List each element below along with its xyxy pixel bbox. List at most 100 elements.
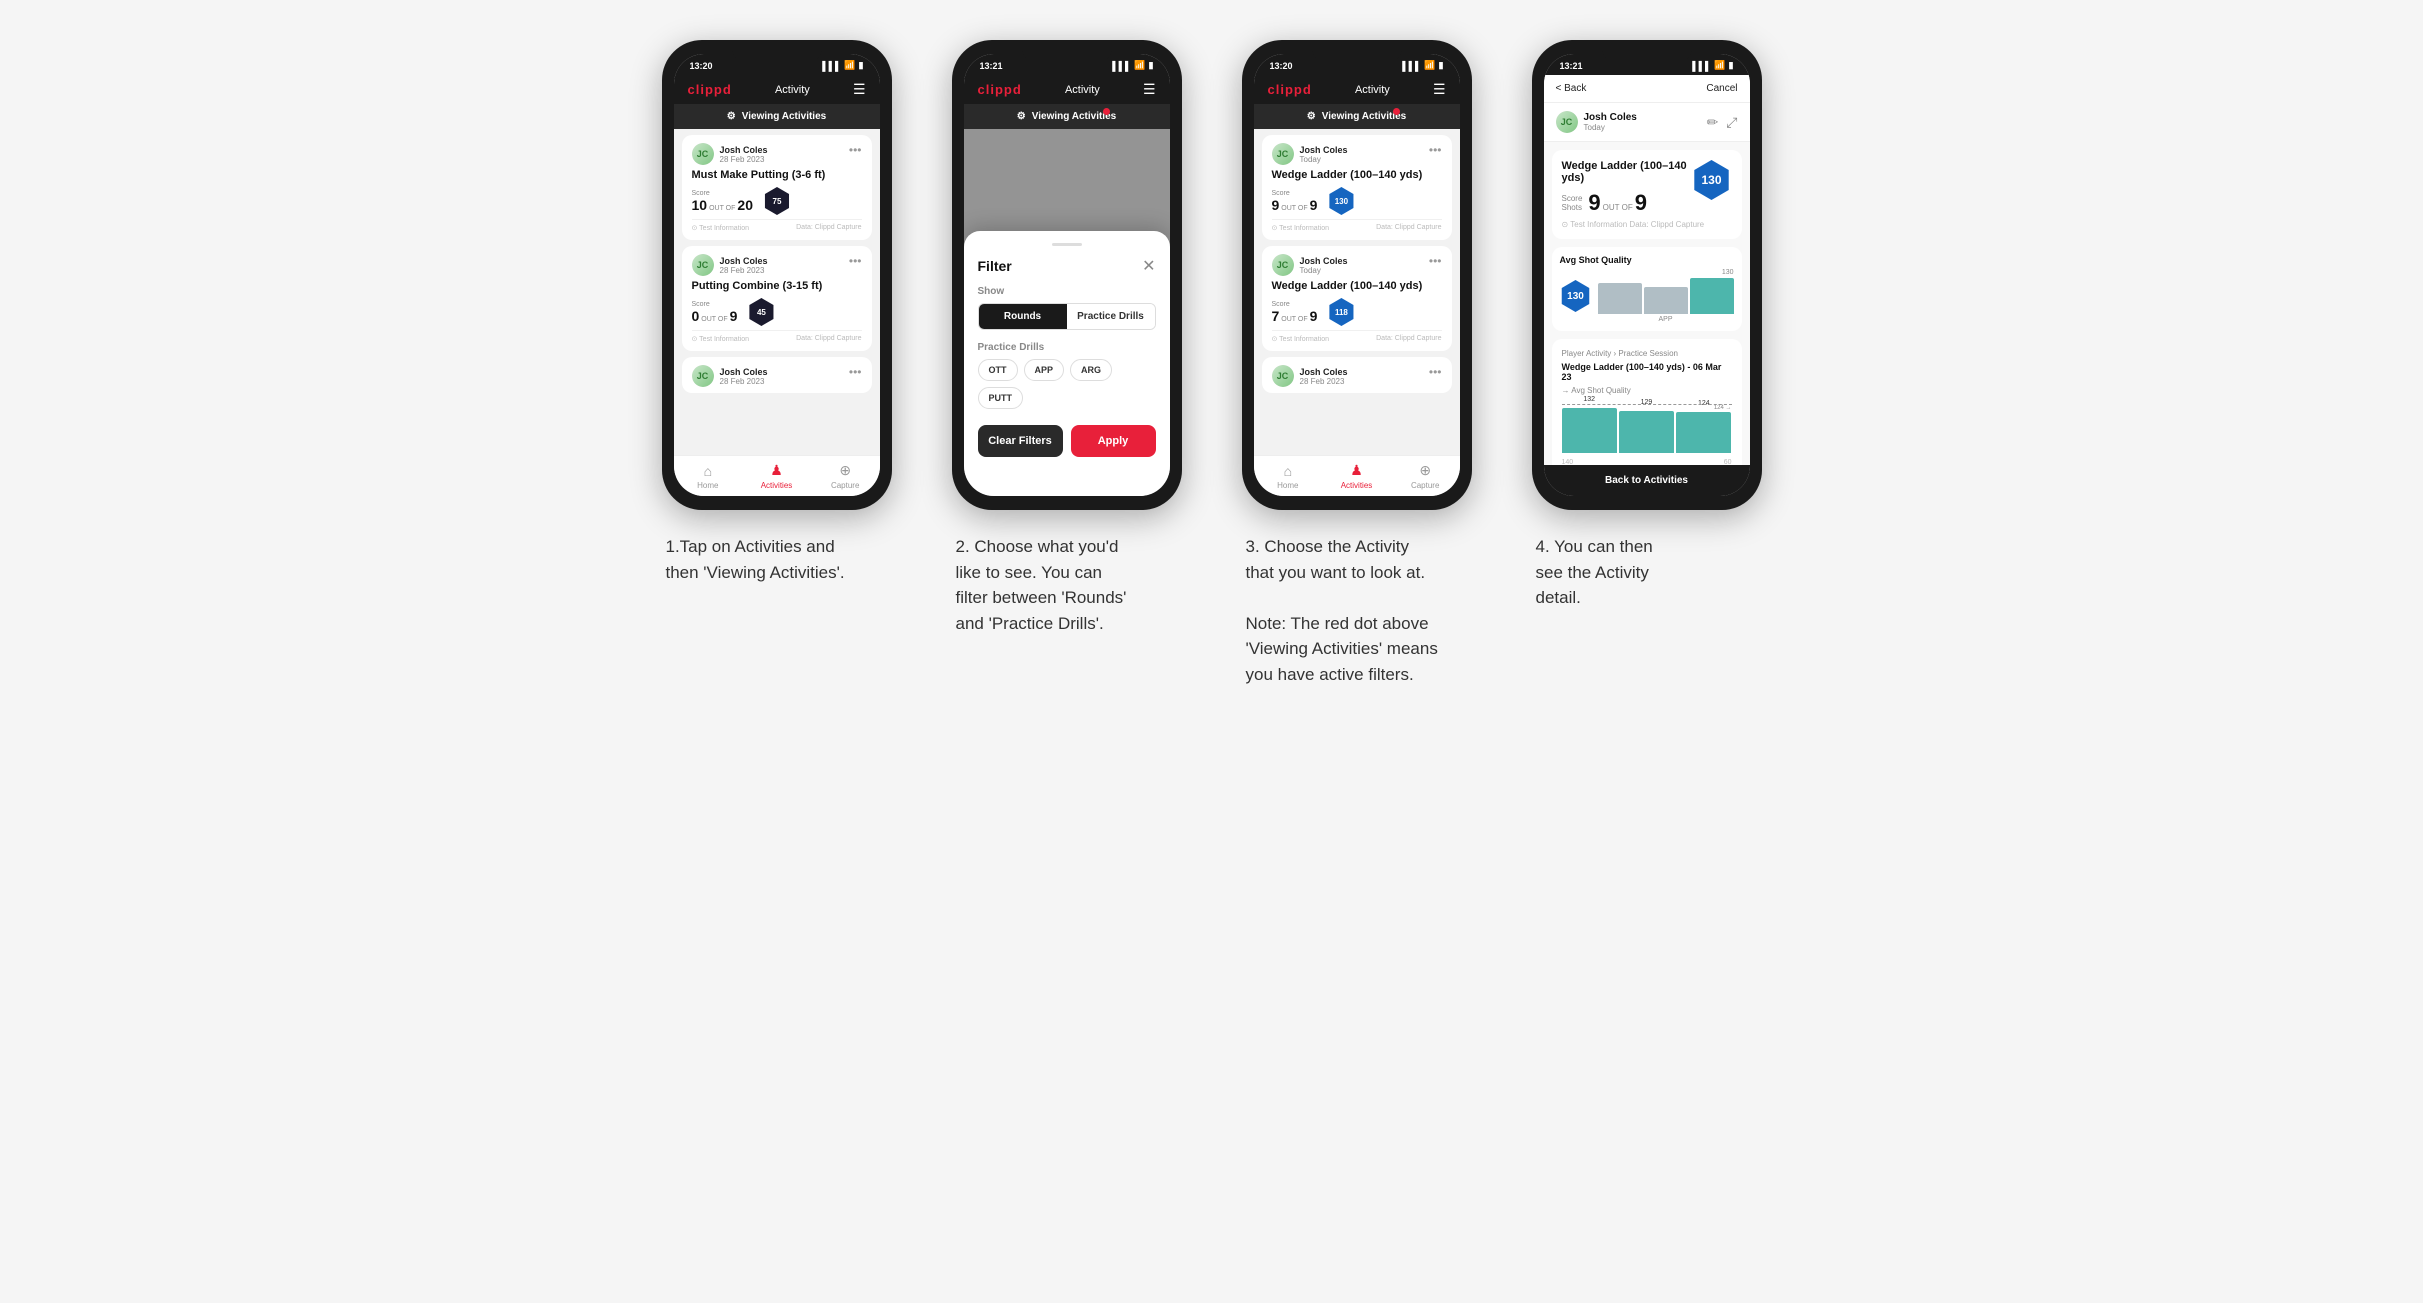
status-time-2: 13:21 bbox=[980, 61, 1003, 71]
cancel-button-4[interactable]: Cancel bbox=[1706, 83, 1737, 94]
session-bar-3-4: 124 bbox=[1676, 412, 1731, 453]
footer-left-3-1: ⊙ Test Information bbox=[1272, 224, 1329, 232]
status-icons-4: ▌▌▌ 📶 ▮ bbox=[1692, 60, 1733, 71]
score-block-3-1: Score 9 OUT OF 9 bbox=[1272, 190, 1318, 213]
avatar-inner-3-1: JC bbox=[1272, 143, 1294, 165]
viewing-banner-3[interactable]: ⚙ Viewing Activities bbox=[1254, 104, 1460, 129]
nav-title-3: Activity bbox=[1355, 84, 1390, 96]
nav-activities-1[interactable]: ♟ Activities bbox=[742, 462, 811, 490]
back-button-4[interactable]: < Back bbox=[1556, 83, 1587, 94]
clear-filters-button-2[interactable]: Clear Filters bbox=[978, 425, 1063, 457]
chip-putt-2[interactable]: PUTT bbox=[978, 387, 1024, 409]
shots-val-3-1: 9 bbox=[1310, 197, 1318, 213]
detail-score-values-4: 9 OUT OF 9 bbox=[1588, 190, 1647, 216]
capture-icon-3: ⊕ bbox=[1419, 462, 1431, 479]
nav-activities-3[interactable]: ♟ Activities bbox=[1322, 462, 1391, 490]
session-bar-1-4: 132 bbox=[1562, 408, 1617, 453]
more-dots-3-2[interactable]: ••• bbox=[1429, 254, 1442, 268]
more-dots-3-1[interactable]: ••• bbox=[1429, 143, 1442, 157]
phone-2: 13:21 ▌▌▌ 📶 ▮ clippd Activity ☰ ⚙ Vie bbox=[952, 40, 1182, 510]
session-bar-2-4: 129 bbox=[1619, 411, 1674, 454]
phone-1: 13:20 ▌▌▌ 📶 ▮ clippd Activity ☰ ⚙ Vie bbox=[662, 40, 892, 510]
user-info-3-3: JC Josh Coles 28 Feb 2023 bbox=[1272, 365, 1348, 387]
rounds-tab-2[interactable]: Rounds bbox=[979, 304, 1067, 329]
detail-user-info-4: JC Josh Coles Today bbox=[1556, 111, 1637, 133]
nav-capture-3[interactable]: ⊕ Capture bbox=[1391, 462, 1460, 490]
detail-actions-4: ✏ ⤢ bbox=[1707, 114, 1738, 131]
footer-right-3-2: Data: Clippd Capture bbox=[1376, 335, 1441, 343]
detail-body-4: Wedge Ladder (100–140 yds) Score Shots 9… bbox=[1544, 142, 1750, 465]
logo-2: clippd bbox=[978, 82, 1022, 97]
practice-drills-tab-2[interactable]: Practice Drills bbox=[1067, 304, 1155, 329]
detail-title-block-4: Wedge Ladder (100–140 yds) Score Shots 9… bbox=[1562, 160, 1692, 216]
card-footer-3-1: ⊙ Test Information Data: Clippd Capture bbox=[1272, 219, 1442, 232]
card-header-1-1: JC Josh Coles 28 Feb 2023 ••• bbox=[692, 143, 862, 165]
caption-2: 2. Choose what you'd like to see. You ca… bbox=[952, 534, 1182, 636]
more-dots-3-3[interactable]: ••• bbox=[1429, 365, 1442, 379]
expand-icon-4[interactable]: ⤢ bbox=[1726, 114, 1737, 131]
chip-arg-2[interactable]: ARG bbox=[1070, 359, 1112, 381]
activity-card-3-1[interactable]: JC Josh Coles Today ••• Wedge Ladder (10… bbox=[1262, 135, 1452, 240]
footer-left-3-2: ⊙ Test Information bbox=[1272, 335, 1329, 343]
phone-notch-2 bbox=[1022, 40, 1112, 62]
chip-app-2[interactable]: APP bbox=[1024, 359, 1065, 381]
user-name-3-1: Josh Coles bbox=[1300, 145, 1348, 155]
card-stats-1-2: Score 0 OUT OF 9 45 bbox=[692, 298, 862, 326]
battery-icon-2: ▮ bbox=[1149, 60, 1154, 71]
chip-ott-2[interactable]: OTT bbox=[978, 359, 1018, 381]
user-date-3-1: Today bbox=[1300, 155, 1348, 164]
user-info-1-2: JC Josh Coles 28 Feb 2023 bbox=[692, 254, 768, 276]
menu-icon-2[interactable]: ☰ bbox=[1143, 81, 1156, 98]
apply-button-2[interactable]: Apply bbox=[1071, 425, 1156, 457]
shots-val-1-2: 9 bbox=[730, 308, 738, 324]
logo-3: clippd bbox=[1268, 82, 1312, 97]
menu-icon-1[interactable]: ☰ bbox=[853, 81, 866, 98]
footer-left-1-2: ⊙ Test Information bbox=[692, 335, 749, 343]
wifi-icon-4: 📶 bbox=[1714, 60, 1725, 71]
quality-hex-3-1: 130 bbox=[1327, 187, 1355, 215]
score-value-wrap-3-1: 9 OUT OF 9 bbox=[1272, 197, 1318, 213]
signal-icon-1: ▌▌▌ bbox=[822, 61, 841, 71]
user-meta-1-2: Josh Coles 28 Feb 2023 bbox=[720, 256, 768, 275]
avatar-inner-1-3: JC bbox=[692, 365, 714, 387]
chart-content-4: 130 130 APP bbox=[1560, 269, 1734, 323]
more-dots-1-3[interactable]: ••• bbox=[849, 365, 862, 379]
edit-icon-4[interactable]: ✏ bbox=[1707, 114, 1719, 131]
viewing-banner-1[interactable]: ⚙ Viewing Activities bbox=[674, 104, 880, 129]
nav-title-1: Activity bbox=[775, 84, 810, 96]
avatar-inner-1-2: JC bbox=[692, 254, 714, 276]
nav-capture-label-3: Capture bbox=[1411, 481, 1439, 490]
user-date-1-3: 28 Feb 2023 bbox=[720, 377, 768, 386]
phone-col-4: 13:21 ▌▌▌ 📶 ▮ < Back Cancel J bbox=[1517, 40, 1777, 611]
top-nav-2: clippd Activity ☰ bbox=[964, 75, 1170, 104]
session-card-4: Player Activity › Practice Session Wedge… bbox=[1552, 339, 1742, 465]
footer-right-1-2: Data: Clippd Capture bbox=[796, 335, 861, 343]
home-icon-1: ⌂ bbox=[704, 463, 712, 479]
nav-home-1[interactable]: ⌂ Home bbox=[674, 463, 743, 490]
phone-col-1: 13:20 ▌▌▌ 📶 ▮ clippd Activity ☰ ⚙ Vie bbox=[647, 40, 907, 585]
top-nav-1: clippd Activity ☰ bbox=[674, 75, 880, 104]
show-label-2: Show bbox=[978, 286, 1156, 297]
activity-card-1-2[interactable]: JC Josh Coles 28 Feb 2023 ••• Putting Co… bbox=[682, 246, 872, 351]
more-dots-1-1[interactable]: ••• bbox=[849, 143, 862, 157]
nav-capture-1[interactable]: ⊕ Capture bbox=[811, 462, 880, 490]
detail-score-label-4: Score bbox=[1562, 194, 1583, 203]
activity-card-3-2[interactable]: JC Josh Coles Today ••• Wedge Ladder (10… bbox=[1262, 246, 1452, 351]
user-date-3-2: Today bbox=[1300, 266, 1348, 275]
footer-right-1-1: Data: Clippd Capture bbox=[796, 224, 861, 232]
nav-home-3[interactable]: ⌂ Home bbox=[1254, 463, 1323, 490]
activity-card-1-1[interactable]: JC Josh Coles 28 Feb 2023 ••• Must Make … bbox=[682, 135, 872, 240]
close-icon-2[interactable]: ✕ bbox=[1142, 256, 1155, 276]
user-name-3-3: Josh Coles bbox=[1300, 367, 1348, 377]
activities-icon-1: ♟ bbox=[770, 462, 783, 479]
nav-home-label-1: Home bbox=[697, 481, 718, 490]
more-dots-1-2[interactable]: ••• bbox=[849, 254, 862, 268]
score-value-wrap-1-1: 10 OUT OF 20 bbox=[692, 197, 753, 213]
viewing-banner-2[interactable]: ⚙ Viewing Activities bbox=[964, 104, 1170, 129]
footer-right-3-1: Data: Clippd Capture bbox=[1376, 224, 1441, 232]
practice-drills-label-2: Practice Drills bbox=[978, 342, 1156, 353]
user-date-1-1: 28 Feb 2023 bbox=[720, 155, 768, 164]
menu-icon-3[interactable]: ☰ bbox=[1433, 81, 1446, 98]
card-title-1-2: Putting Combine (3-15 ft) bbox=[692, 280, 862, 292]
back-to-activities-button-4[interactable]: Back to Activities bbox=[1544, 465, 1750, 496]
